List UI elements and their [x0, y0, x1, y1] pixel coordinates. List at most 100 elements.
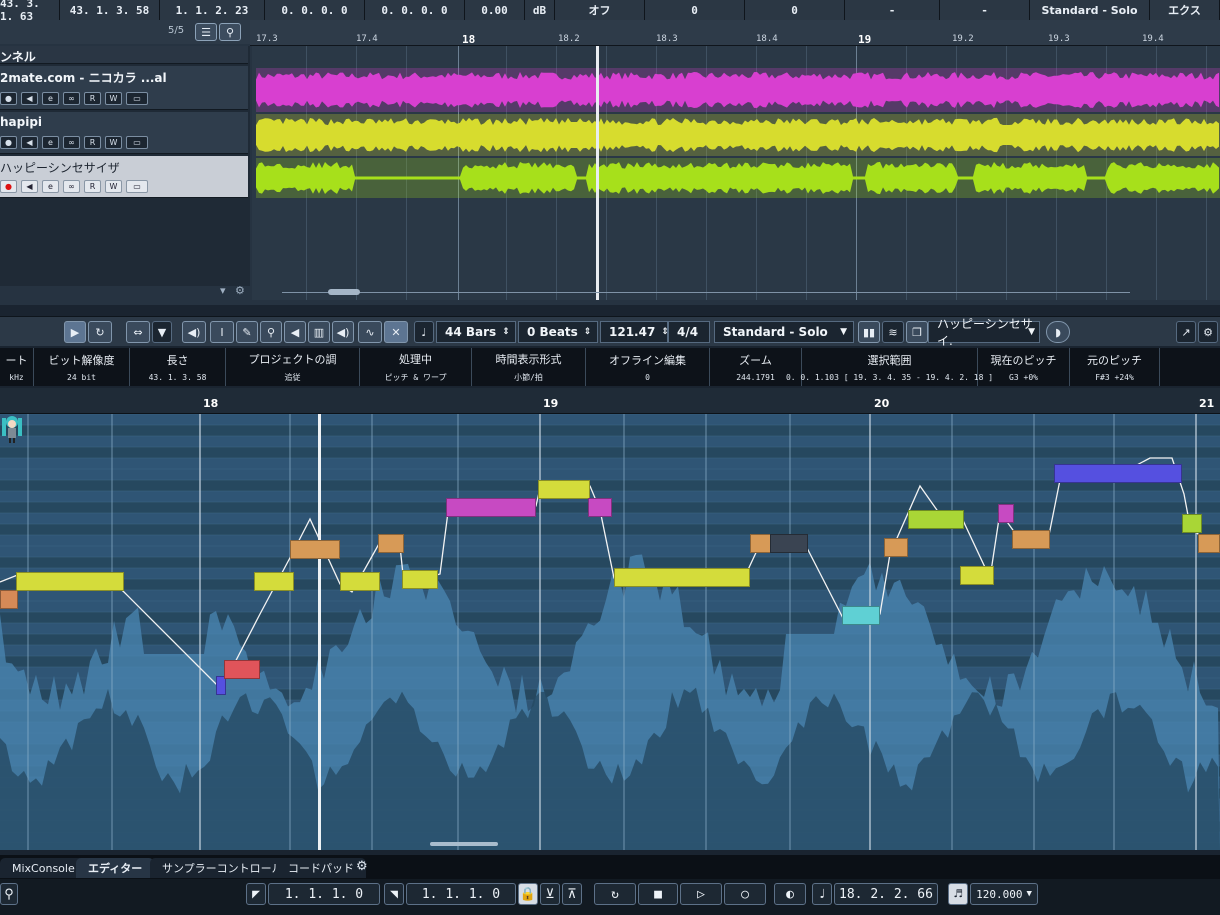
pitch-note[interactable]: [1198, 534, 1220, 553]
loop-icon[interactable]: ↻: [88, 321, 112, 343]
tab-chord-pads[interactable]: コードパッド: [276, 858, 366, 878]
pitch-note[interactable]: [1012, 530, 1050, 549]
range-icon[interactable]: I: [210, 321, 234, 343]
pitch-note[interactable]: [1054, 464, 1182, 483]
pitch-note[interactable]: [960, 566, 994, 585]
track-folder-row[interactable]: ンネル: [0, 46, 248, 64]
edit-button[interactable]: e: [42, 92, 59, 105]
info-selection[interactable]: 選択範囲 0. 0. 1.103 [ 19. 3. 4. 35 - 19. 4. …: [786, 348, 993, 386]
zoom-icon[interactable]: ⚲: [260, 321, 282, 343]
position-display[interactable]: 18. 2. 2. 66: [834, 883, 938, 905]
punch-out-icon[interactable]: ⊼: [562, 883, 582, 905]
pitch-note[interactable]: [884, 538, 908, 557]
record-button[interactable]: ●: [0, 136, 17, 149]
tab-mixconsole[interactable]: MixConsole: [0, 858, 87, 878]
lock-icon[interactable]: 🔒: [518, 883, 538, 905]
track-row-selected[interactable]: ハッピーシンセサイザ ● ◀ e ∞ R W ▭: [0, 156, 248, 198]
tempo-display[interactable]: 120.000 ▼: [970, 883, 1038, 905]
tab-editor[interactable]: エディター: [76, 858, 155, 878]
play-button[interactable]: ▷: [680, 883, 722, 905]
warp-icon[interactable]: ▥: [308, 321, 330, 343]
mode-select[interactable]: Standard - Solo ▼: [714, 321, 854, 343]
gear-icon[interactable]: ⚙: [356, 859, 368, 874]
tab-sampler-control[interactable]: サンプラーコントロール: [150, 858, 295, 878]
pitch-curve-icon[interactable]: ∿: [358, 321, 382, 343]
search-icon[interactable]: ⚲: [219, 23, 241, 41]
info-bitdepth[interactable]: ビット解像度 24 bit: [34, 348, 130, 386]
left-locator-field[interactable]: 1. 1. 1. 0: [268, 883, 380, 905]
pitch-note[interactable]: [538, 480, 590, 499]
stack-icon[interactable]: ≋: [882, 321, 904, 343]
pitch-note-selected[interactable]: [770, 534, 808, 553]
pitch-editor[interactable]: [0, 414, 1220, 850]
audio-event-lime[interactable]: [256, 158, 1220, 198]
stop-button[interactable]: ■: [638, 883, 678, 905]
pitch-note[interactable]: [402, 570, 438, 589]
lane-button[interactable]: ▭: [126, 92, 148, 105]
arrange-ruler[interactable]: 17.3 17.4 18 18.2 18.3 18.4 19 19.2 19.3…: [250, 20, 1220, 46]
read-button[interactable]: R: [84, 92, 101, 105]
pitch-note[interactable]: [254, 572, 294, 591]
pitch-note[interactable]: [908, 510, 964, 529]
voice-icon[interactable]: ◗: [1046, 321, 1070, 343]
info-samplerate[interactable]: ート kHz: [0, 348, 34, 386]
info-length[interactable]: 長さ 43. 1. 3. 58: [130, 348, 226, 386]
monitor-button[interactable]: ◀: [21, 136, 38, 149]
tempo-field[interactable]: 121.47 ⇕: [600, 321, 669, 343]
pitch-note[interactable]: [614, 568, 750, 587]
link-button[interactable]: ∞: [63, 92, 80, 105]
track-select[interactable]: ハッピーシンセサイ. ▼: [928, 317, 1040, 348]
info-offline-edit[interactable]: オフライン編集 0: [586, 348, 710, 386]
right-locator-icon[interactable]: ◥: [384, 883, 404, 905]
collapse-icon[interactable]: ▾: [220, 284, 226, 297]
pitch-note[interactable]: [998, 504, 1014, 523]
link-button[interactable]: ∞: [63, 136, 80, 149]
editor-ruler[interactable]: 18 19 20 21: [0, 388, 1220, 414]
record-button[interactable]: ●: [0, 92, 17, 105]
note-icon[interactable]: ♩: [414, 321, 434, 343]
pitch-note[interactable]: [588, 498, 612, 517]
lane-button[interactable]: ▭: [126, 180, 148, 193]
punch-in-icon[interactable]: ⊻: [540, 883, 560, 905]
play-icon[interactable]: ▶: [64, 321, 86, 343]
audition-icon[interactable]: ◀): [332, 321, 354, 343]
copy-icon[interactable]: ❐: [906, 321, 928, 343]
offset-field[interactable]: 0 Beats ⇕: [518, 321, 598, 343]
record-button[interactable]: ○: [724, 883, 766, 905]
pitch-note[interactable]: [340, 572, 380, 591]
link-button[interactable]: ∞: [63, 180, 80, 193]
length-field[interactable]: 44 Bars ⇕: [436, 321, 516, 343]
list-icon[interactable]: ☰: [195, 23, 217, 41]
info-current-pitch[interactable]: 現在のピッチ G3 +0%: [978, 348, 1070, 386]
info-original-pitch[interactable]: 元のピッチ F#3 +24%: [1070, 348, 1160, 386]
snap-icon[interactable]: ⇔: [126, 321, 150, 343]
track-row[interactable]: 2mate.com - ニコカラ ...al ● ◀ e ∞ R W ▭: [0, 66, 248, 110]
right-locator-field[interactable]: 1. 1. 1. 0: [406, 883, 516, 905]
pencil-icon[interactable]: ✎: [236, 321, 258, 343]
gear-icon[interactable]: ⚙: [235, 284, 245, 297]
pitch-note[interactable]: [378, 534, 404, 553]
speaker-icon[interactable]: ◀): [182, 321, 206, 343]
pitch-note[interactable]: [224, 660, 260, 679]
audio-event-yellow[interactable]: [256, 114, 1220, 156]
track-row[interactable]: hapipi ● ◀ e ∞ R W ▭: [0, 112, 248, 154]
mixer-icon[interactable]: ▮▮: [858, 321, 880, 343]
edit-button[interactable]: e: [42, 136, 59, 149]
mute-icon[interactable]: ◀: [284, 321, 306, 343]
pitch-note[interactable]: [290, 540, 340, 559]
audio-event-magenta[interactable]: [256, 68, 1220, 112]
cross-icon[interactable]: ✕: [384, 321, 408, 343]
info-time-format[interactable]: 時間表示形式 小節/拍: [472, 348, 586, 386]
record-button[interactable]: ●: [0, 180, 17, 193]
note-icon[interactable]: ♩: [812, 883, 832, 905]
cycle-button[interactable]: ↻: [594, 883, 636, 905]
left-locator-icon[interactable]: ◤: [246, 883, 266, 905]
pitch-note[interactable]: [0, 590, 18, 609]
read-button[interactable]: R: [84, 180, 101, 193]
pitch-note[interactable]: [1182, 514, 1202, 533]
info-project-key[interactable]: プロジェクトの調 追従: [226, 348, 360, 386]
write-button[interactable]: W: [105, 92, 122, 105]
signature-field[interactable]: 4/4: [668, 321, 710, 343]
edit-button[interactable]: e: [42, 180, 59, 193]
tempo-icon[interactable]: ♬: [948, 883, 968, 905]
